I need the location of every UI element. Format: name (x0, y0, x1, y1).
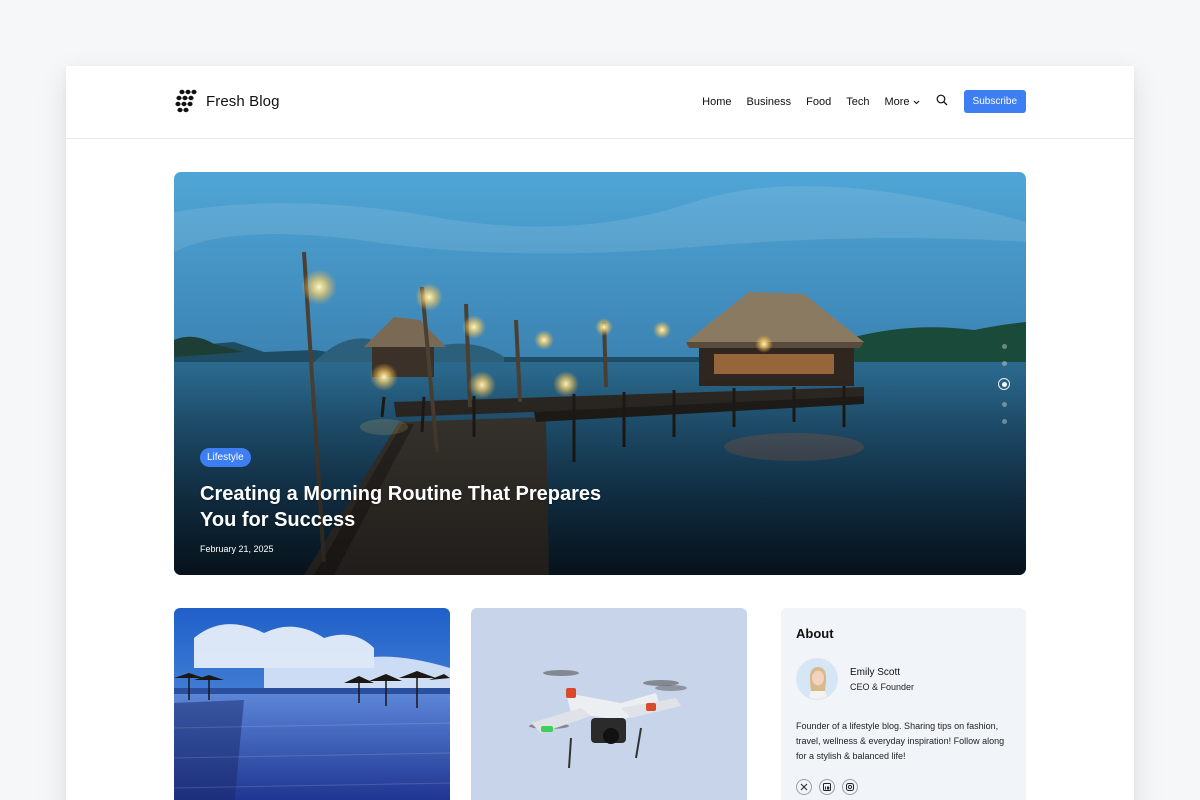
hero-title[interactable]: Creating a Morning Routine That Prepares… (200, 481, 620, 533)
search-button[interactable] (936, 93, 948, 111)
search-icon (936, 93, 948, 111)
author-block: Emily Scott CEO & Founder (796, 658, 1011, 700)
slider-dot[interactable] (1001, 419, 1007, 424)
logo-dots-icon (174, 89, 198, 113)
post-image-drone (471, 608, 747, 800)
page-container: Fresh Blog Home Business Food Tech More … (66, 66, 1134, 800)
nav-home[interactable]: Home (702, 96, 731, 108)
post-card-drone[interactable] (471, 608, 747, 800)
nav-food[interactable]: Food (806, 96, 831, 108)
brand-logo[interactable]: Fresh Blog (174, 89, 280, 113)
main-nav: Home Business Food Tech More Subscribe (702, 90, 1026, 113)
social-links (796, 779, 1011, 795)
brand-name: Fresh Blog (206, 92, 280, 110)
about-bio: Founder of a lifestyle blog. Sharing tip… (796, 721, 1005, 761)
x-icon[interactable] (796, 779, 812, 795)
slider-dot[interactable] (1001, 402, 1007, 407)
post-image-pool (174, 608, 450, 800)
slider-pagination (998, 338, 1010, 430)
about-widget: About Emily Scott CEO & Founder Founder … (781, 608, 1026, 800)
nav-more-label: More (884, 95, 910, 108)
instagram-icon[interactable] (842, 779, 858, 795)
category-badge[interactable]: Lifestyle (200, 448, 251, 467)
avatar[interactable] (796, 658, 838, 700)
nav-business[interactable]: Business (747, 96, 792, 108)
hero-date: February 21, 2025 (200, 544, 274, 554)
site-header: Fresh Blog Home Business Food Tech More … (66, 66, 1134, 139)
subscribe-button[interactable]: Subscribe (963, 90, 1026, 113)
author-role: CEO & Founder (850, 681, 915, 692)
nav-tech[interactable]: Tech (846, 96, 869, 108)
about-title: About (796, 626, 834, 641)
slider-dot[interactable] (1001, 344, 1007, 349)
featured-post-slider[interactable]: Lifestyle Creating a Morning Routine Tha… (174, 172, 1026, 575)
author-name: Emily Scott (850, 666, 901, 678)
nav-more[interactable]: More (884, 96, 919, 108)
hero-content: Lifestyle Creating a Morning Routine Tha… (200, 447, 620, 554)
slider-dot-active[interactable] (998, 378, 1010, 390)
chevron-down-icon (913, 96, 920, 108)
slider-dot[interactable] (1001, 361, 1007, 366)
linkedin-icon[interactable] (819, 779, 835, 795)
post-card-pool[interactable] (174, 608, 450, 800)
